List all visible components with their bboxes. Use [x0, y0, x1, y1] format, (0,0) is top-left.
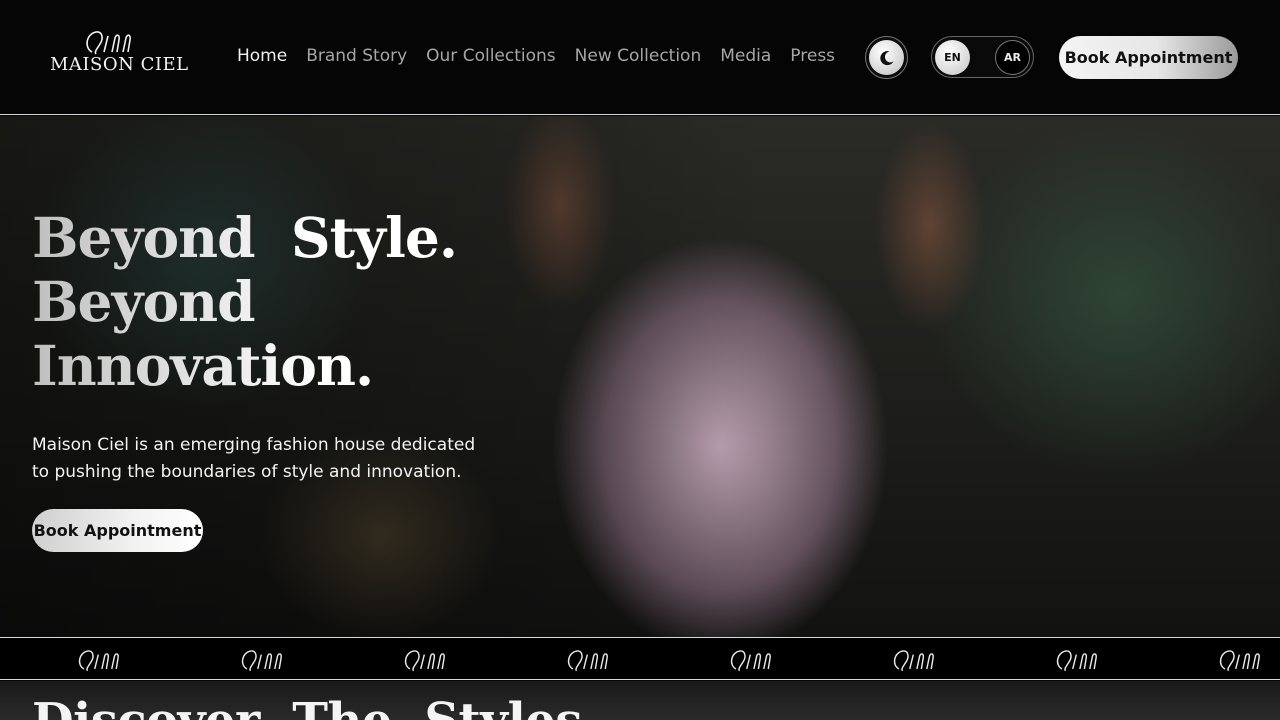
- brand-monogram-icon: [567, 650, 608, 672]
- hero-section: Beyond Style. Beyond Innovation. Maison …: [0, 116, 1280, 637]
- monogram-strip: [0, 637, 1280, 680]
- theme-toggle-knob: [869, 40, 904, 75]
- nav-item-media[interactable]: Media: [720, 46, 771, 66]
- theme-toggle-button[interactable]: [865, 36, 908, 79]
- brand-logo[interactable]: MAISON CIEL: [50, 28, 189, 80]
- hero-title: Beyond Style. Beyond Innovation.: [32, 206, 512, 398]
- hero-title-line-3: Innovation.: [32, 333, 374, 398]
- nav-item-press[interactable]: Press: [790, 46, 835, 66]
- brand-monogram-icon: [730, 650, 771, 672]
- discover-section: Discover The Styles: [0, 681, 1280, 720]
- brand-monogram-icon: [1056, 650, 1097, 672]
- brand-monogram-icon: [241, 650, 282, 672]
- nav-item-our-collections[interactable]: Our Collections: [426, 46, 556, 66]
- nav-item-home[interactable]: Home: [237, 46, 287, 66]
- nav-item-new-collection[interactable]: New Collection: [575, 46, 702, 66]
- main-nav: Home Brand Story Our Collections New Col…: [237, 46, 835, 66]
- language-switch: EN AR: [931, 36, 1034, 78]
- book-appointment-header-button[interactable]: Book Appointment: [1059, 36, 1238, 79]
- nav-item-brand-story[interactable]: Brand Story: [306, 46, 407, 66]
- brand-monogram-icon: [78, 650, 119, 672]
- moon-icon: [879, 50, 893, 65]
- hero-title-line-1: Beyond Style.: [32, 205, 457, 270]
- brand-monogram-icon: [1219, 650, 1260, 672]
- section-title: Discover The Styles: [32, 693, 582, 720]
- language-option-ar[interactable]: AR: [995, 40, 1030, 75]
- site-header: MAISON CIEL Home Brand Story Our Collect…: [0, 0, 1280, 115]
- brand-monogram-icon: [404, 650, 445, 672]
- brand-monogram-icon: [893, 650, 934, 672]
- hero-title-line-2: Beyond: [32, 269, 255, 334]
- brand-monogram-icon: [86, 31, 131, 55]
- book-appointment-hero-button[interactable]: Book Appointment: [32, 509, 203, 552]
- language-option-en[interactable]: EN: [935, 40, 970, 75]
- brand-wordmark: MAISON CIEL: [50, 54, 189, 75]
- hero-description: Maison Ciel is an emerging fashion house…: [32, 435, 476, 482]
